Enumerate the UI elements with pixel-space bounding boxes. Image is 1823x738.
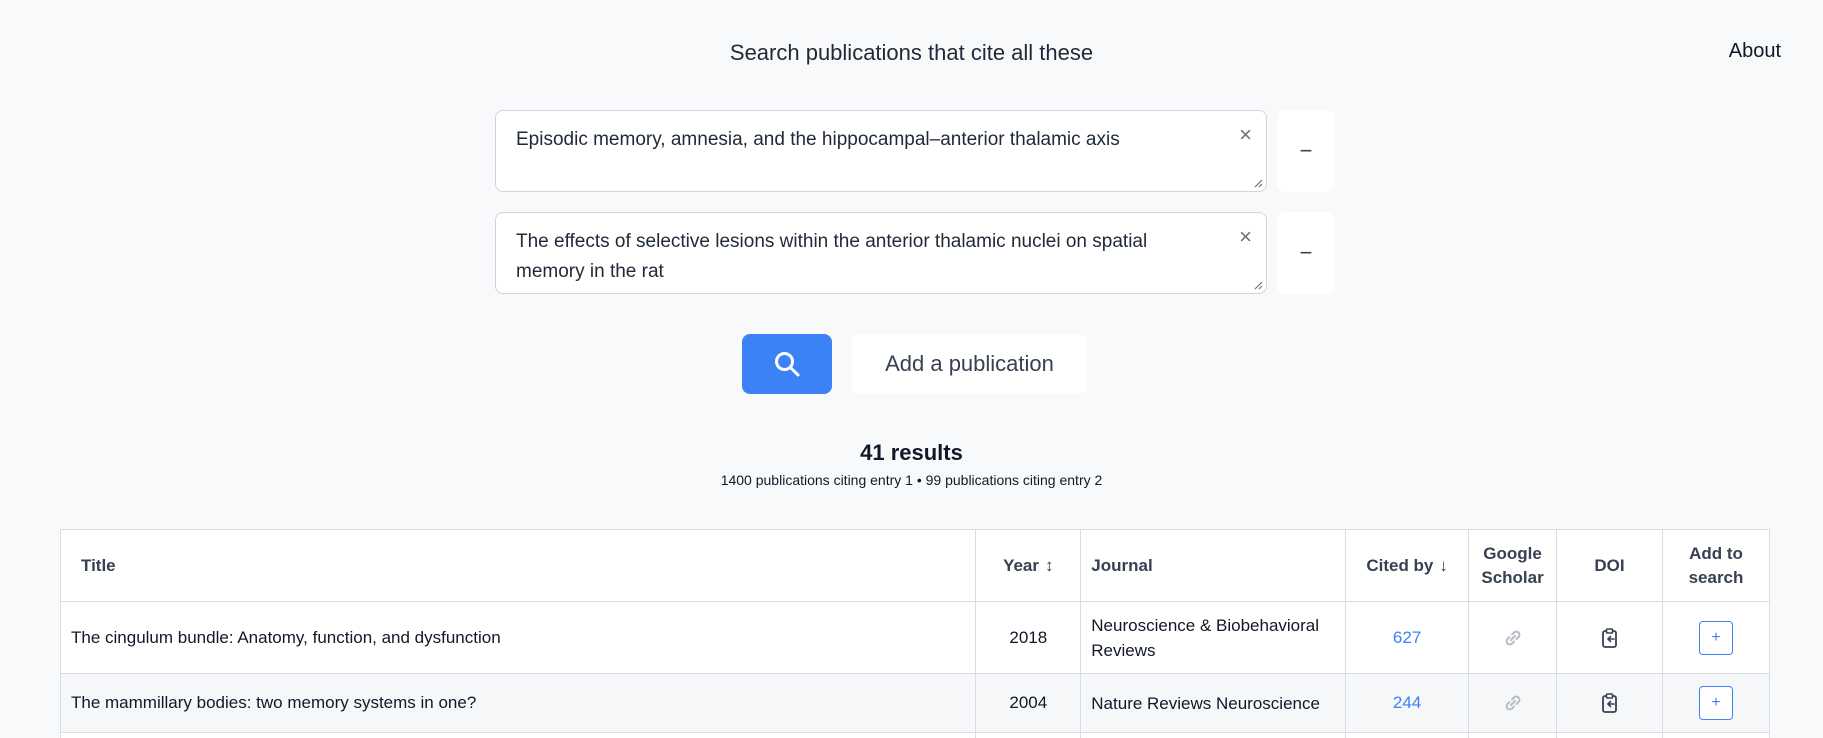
column-header-add-to-search: Add to search bbox=[1661, 529, 1771, 602]
resize-handle-icon[interactable] bbox=[1253, 178, 1263, 188]
search-button[interactable] bbox=[742, 334, 832, 394]
table-row: The cingulum bundle: Anatomy, function, … bbox=[59, 601, 1771, 674]
clipboard-icon[interactable] bbox=[1599, 627, 1621, 649]
cell-journal: Nature Reviews Neuroscience bbox=[1080, 673, 1347, 733]
column-header-journal: Journal bbox=[1080, 529, 1347, 602]
add-to-search-button[interactable]: + bbox=[1698, 686, 1733, 720]
column-header-doi: DOI bbox=[1556, 529, 1663, 602]
remove-publication-button[interactable]: − bbox=[1277, 212, 1335, 294]
table-row: The mammillary bodies: two memory system… bbox=[59, 673, 1771, 733]
cell-year: 2018 bbox=[975, 601, 1082, 674]
link-icon[interactable] bbox=[1503, 693, 1523, 713]
clear-icon[interactable]: × bbox=[1239, 225, 1252, 249]
column-header-cited-by[interactable]: Cited by ↓ bbox=[1345, 529, 1470, 602]
table-row bbox=[59, 732, 1771, 738]
publication-input-1[interactable]: Episodic memory, amnesia, and the hippoc… bbox=[495, 110, 1267, 192]
cited-by-link[interactable]: 627 bbox=[1345, 601, 1470, 674]
table-header-row: Title Year ↕ Journal Cited by ↓ Google Scho… bbox=[59, 529, 1771, 602]
search-icon bbox=[775, 352, 800, 377]
remove-publication-button[interactable]: − bbox=[1277, 110, 1335, 192]
cell-title: The mammillary bodies: two memory system… bbox=[59, 673, 977, 733]
resize-handle-icon[interactable] bbox=[1253, 280, 1263, 290]
link-icon[interactable] bbox=[1503, 628, 1523, 648]
publication-input-text: Episodic memory, amnesia, and the hippoc… bbox=[516, 129, 1120, 150]
publication-entry-1: Episodic memory, amnesia, and the hippoc… bbox=[495, 110, 1335, 192]
cell-year: 2004 bbox=[975, 673, 1082, 733]
sort-desc-icon[interactable]: ↓ bbox=[1439, 556, 1448, 575]
results-count: 41 results bbox=[860, 440, 963, 465]
results-table: Title Year ↕ Journal Cited by ↓ Google Scho… bbox=[59, 529, 1771, 738]
cited-by-link[interactable]: 244 bbox=[1345, 673, 1470, 733]
sort-icon[interactable]: ↕ bbox=[1045, 556, 1054, 575]
publication-input-2[interactable]: The effects of selective lesions within … bbox=[495, 212, 1267, 294]
page-title: Search publications that cite all these bbox=[729, 40, 1094, 65]
clipboard-icon[interactable] bbox=[1599, 692, 1621, 714]
publication-entry-2: The effects of selective lesions within … bbox=[495, 212, 1335, 294]
publication-input-text: The effects of selective lesions within … bbox=[516, 231, 1148, 282]
results-summary: 1400 publications citing entry 1 • 99 pu… bbox=[720, 472, 1103, 488]
about-link[interactable]: About bbox=[1729, 40, 1781, 63]
column-header-title: Title bbox=[59, 529, 977, 602]
add-publication-button[interactable]: Add a publication bbox=[852, 334, 1087, 394]
cell-journal: Neuroscience & Biobehavioral Reviews bbox=[1080, 601, 1347, 674]
add-to-search-button[interactable]: + bbox=[1698, 620, 1733, 655]
clear-icon[interactable]: × bbox=[1239, 123, 1252, 147]
column-header-google-scholar: Google Scholar bbox=[1468, 529, 1558, 602]
column-header-year[interactable]: Year ↕ bbox=[975, 529, 1082, 602]
cell-title: The cingulum bundle: Anatomy, function, … bbox=[59, 601, 977, 674]
